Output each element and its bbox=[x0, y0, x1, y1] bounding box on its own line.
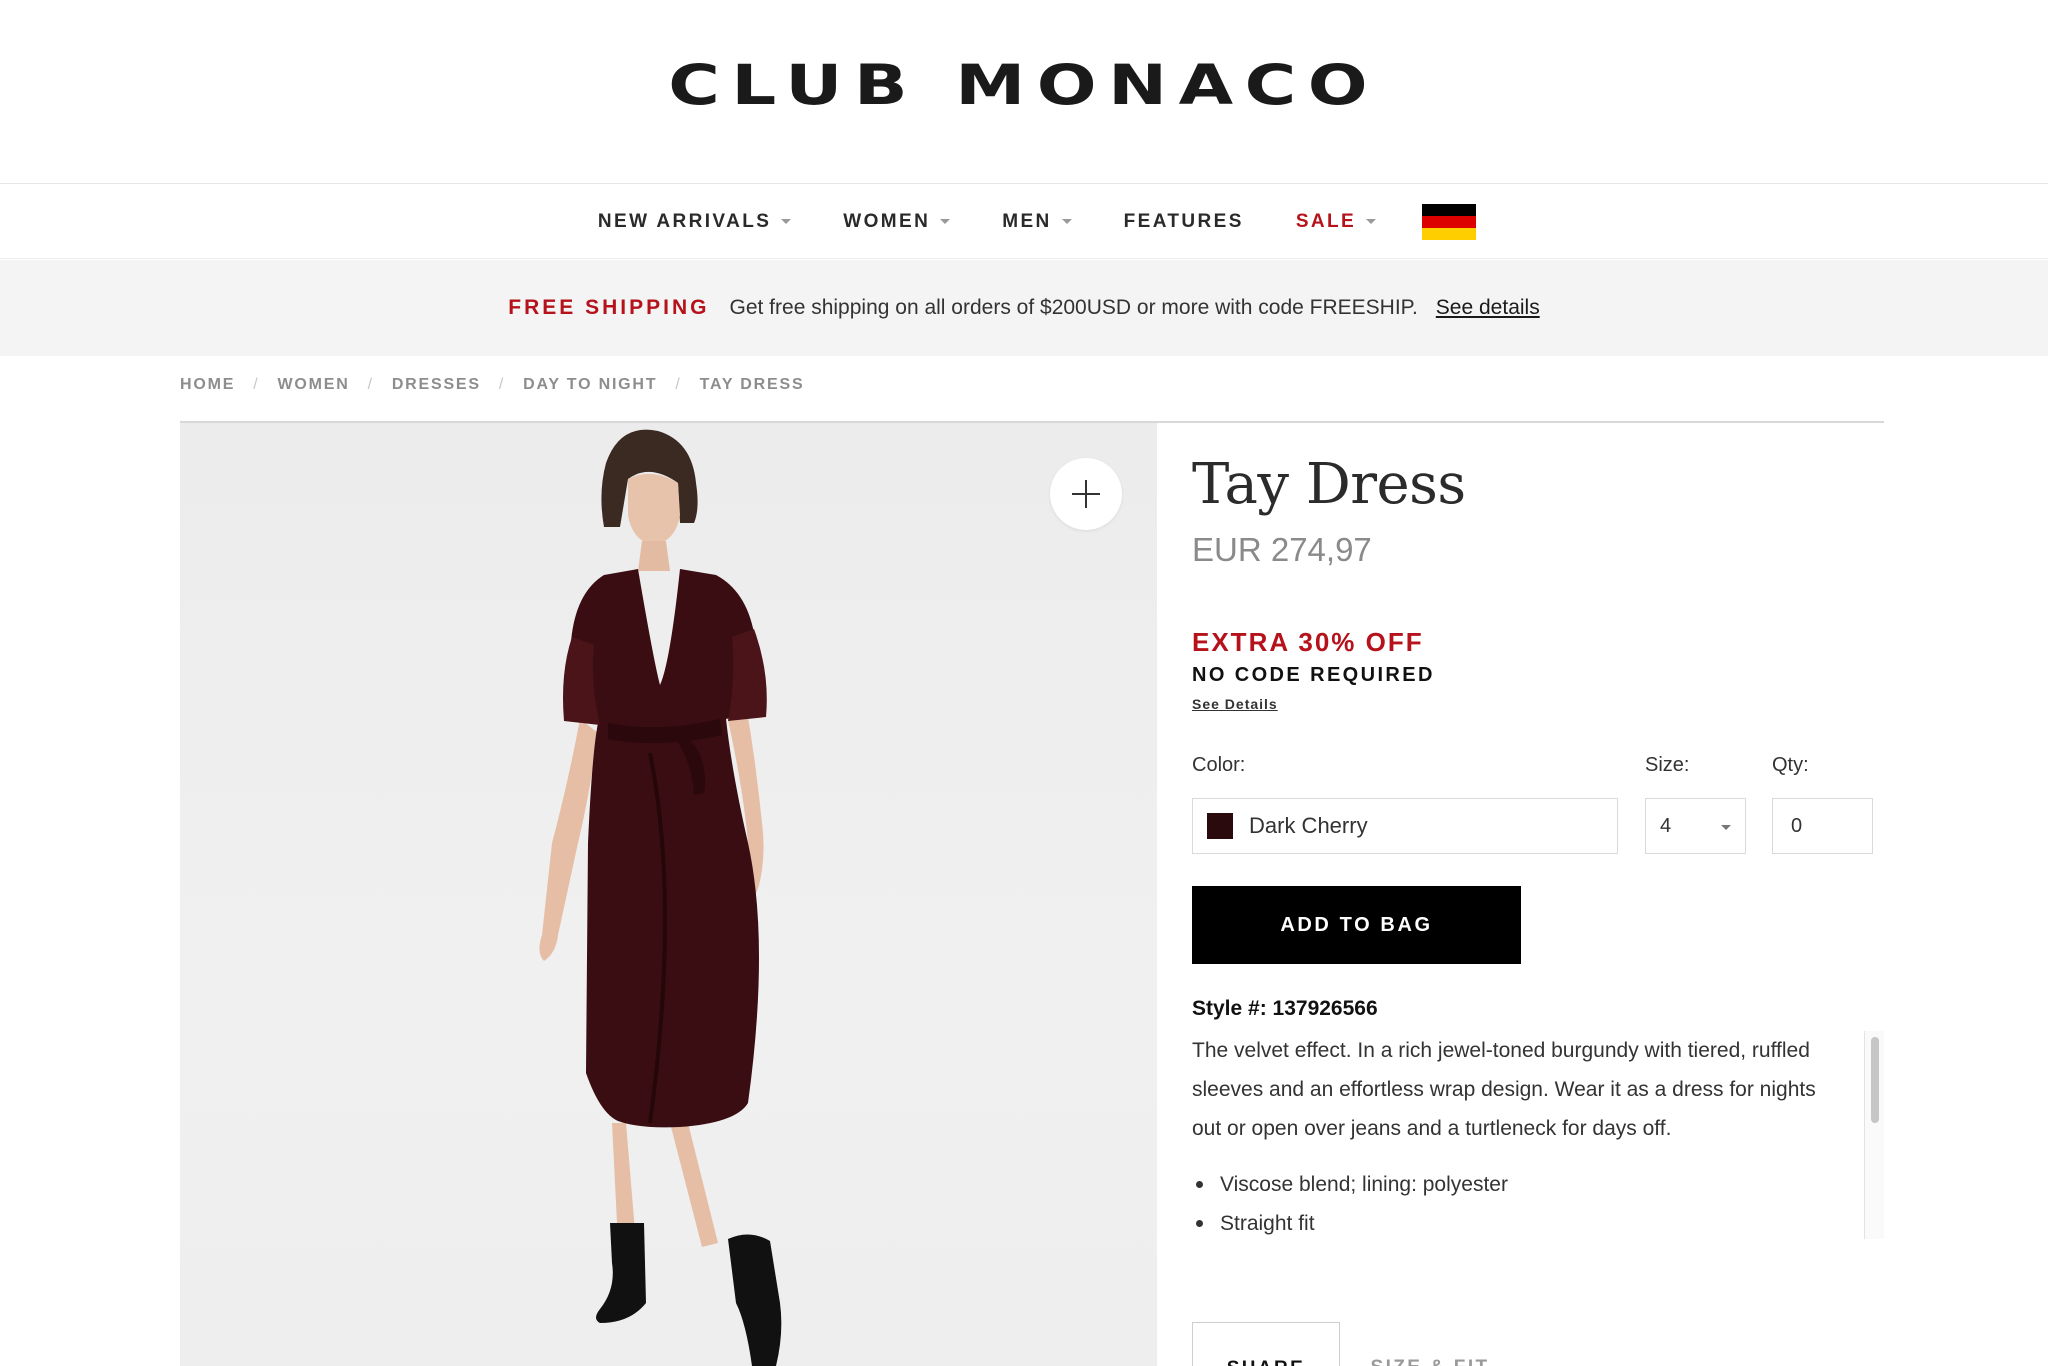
tab-share[interactable]: SHARE bbox=[1192, 1322, 1340, 1366]
product-image[interactable] bbox=[180, 423, 1157, 1366]
chevron-down-icon bbox=[1721, 825, 1731, 830]
flag-stripe-gold bbox=[1422, 227, 1477, 240]
add-to-bag-button[interactable]: ADD TO BAG bbox=[1192, 886, 1521, 964]
breadcrumb-separator: / bbox=[367, 376, 374, 393]
color-swatch bbox=[1207, 813, 1233, 839]
chevron-down-icon bbox=[1061, 219, 1072, 224]
main-nav: NEW ARRIVALS WOMEN MEN FEATURES SALE bbox=[0, 185, 2048, 259]
color-select[interactable]: Dark Cherry bbox=[1192, 798, 1618, 854]
flag-stripe-red bbox=[1422, 215, 1477, 228]
breadcrumb-home[interactable]: HOME bbox=[180, 376, 235, 394]
nav-new-arrivals-label: NEW ARRIVALS bbox=[597, 210, 772, 232]
size-value: 4 bbox=[1660, 814, 1672, 837]
breadcrumb-separator: / bbox=[675, 376, 682, 393]
chevron-down-icon bbox=[940, 219, 951, 224]
promo-banner: FREE SHIPPING Get free shipping on all o… bbox=[0, 260, 2048, 356]
breadcrumb-day-to-night[interactable]: DAY TO NIGHT bbox=[523, 376, 657, 394]
site-header: CLUB MONACO bbox=[0, 0, 2048, 184]
nav-features[interactable]: FEATURES bbox=[1124, 211, 1244, 233]
chevron-down-icon bbox=[1366, 219, 1377, 224]
breadcrumb-separator: / bbox=[498, 376, 506, 393]
product-description: The velvet effect. In a rich jewel-toned… bbox=[1192, 1039, 1816, 1140]
feature-list: Viscose blend; lining: polyester Straigh… bbox=[1192, 1165, 1884, 1239]
chevron-down-icon bbox=[781, 219, 792, 224]
description-scrollbar[interactable] bbox=[1864, 1031, 1884, 1239]
product-tabs: SHARE SIZE & FIT bbox=[1192, 1322, 1520, 1366]
option-controls: Dark Cherry 4 bbox=[1192, 798, 1882, 856]
zoom-plus-button[interactable] bbox=[1050, 458, 1122, 530]
nav-sale[interactable]: SALE bbox=[1295, 210, 1377, 233]
germany-flag-icon[interactable] bbox=[1422, 203, 1477, 240]
nav-men[interactable]: MEN bbox=[1002, 210, 1072, 233]
color-value: Dark Cherry bbox=[1249, 813, 1368, 838]
nav-women[interactable]: WOMEN bbox=[843, 210, 951, 233]
offer-subline: NO CODE REQUIRED bbox=[1192, 664, 1435, 686]
promo-title: FREE SHIPPING bbox=[508, 296, 710, 319]
offer-see-details-link[interactable]: See Details bbox=[1192, 696, 1278, 712]
plus-icon bbox=[1072, 480, 1100, 508]
breadcrumb-women[interactable]: WOMEN bbox=[277, 376, 349, 394]
nav-new-arrivals[interactable]: NEW ARRIVALS bbox=[597, 210, 792, 233]
nav-features-label: FEATURES bbox=[1123, 210, 1244, 232]
promo-see-details-link[interactable]: See details bbox=[1436, 296, 1540, 320]
list-item: Viscose blend; lining: polyester bbox=[1192, 1165, 1884, 1204]
qty-label: Qty: bbox=[1772, 754, 1809, 776]
color-label: Color: bbox=[1192, 754, 1246, 776]
product-title: Tay Dress bbox=[1192, 452, 1466, 517]
nav-men-label: MEN bbox=[1002, 210, 1052, 232]
product-price: EUR 274,97 bbox=[1192, 531, 1372, 568]
breadcrumb-dresses[interactable]: DRESSES bbox=[392, 376, 481, 394]
model-wearing-dress-image bbox=[539, 429, 782, 1366]
tab-size-fit[interactable]: SIZE & FIT bbox=[1340, 1322, 1520, 1366]
qty-input[interactable] bbox=[1772, 798, 1873, 854]
size-select[interactable]: 4 bbox=[1645, 798, 1746, 854]
style-number: Style #: 137926566 bbox=[1192, 997, 1378, 1020]
description-scroll-area[interactable]: The velvet effect. In a rich jewel-toned… bbox=[1192, 1031, 1884, 1239]
nav-sale-label: SALE bbox=[1295, 210, 1357, 232]
product-details: Tay Dress EUR 274,97 EXTRA 30% OFF NO CO… bbox=[1192, 440, 1884, 1239]
size-label: Size: bbox=[1645, 754, 1690, 776]
promo-text: Get free shipping on all orders of $200U… bbox=[729, 296, 1418, 319]
breadcrumb: HOME / WOMEN / DRESSES / DAY TO NIGHT / … bbox=[180, 376, 804, 394]
list-item: Straight fit bbox=[1192, 1204, 1884, 1239]
scrollbar-thumb[interactable] bbox=[1871, 1037, 1879, 1123]
breadcrumb-separator: / bbox=[253, 376, 260, 393]
breadcrumb-tay-dress: TAY DRESS bbox=[699, 376, 805, 393]
option-labels: Color: Size: Qty: bbox=[1192, 754, 1882, 784]
offer-headline: EXTRA 30% OFF bbox=[1192, 627, 1424, 657]
flag-stripe-black bbox=[1422, 203, 1477, 216]
nav-women-label: WOMEN bbox=[843, 210, 931, 232]
brand-logo[interactable]: CLUB MONACO bbox=[669, 53, 1380, 117]
